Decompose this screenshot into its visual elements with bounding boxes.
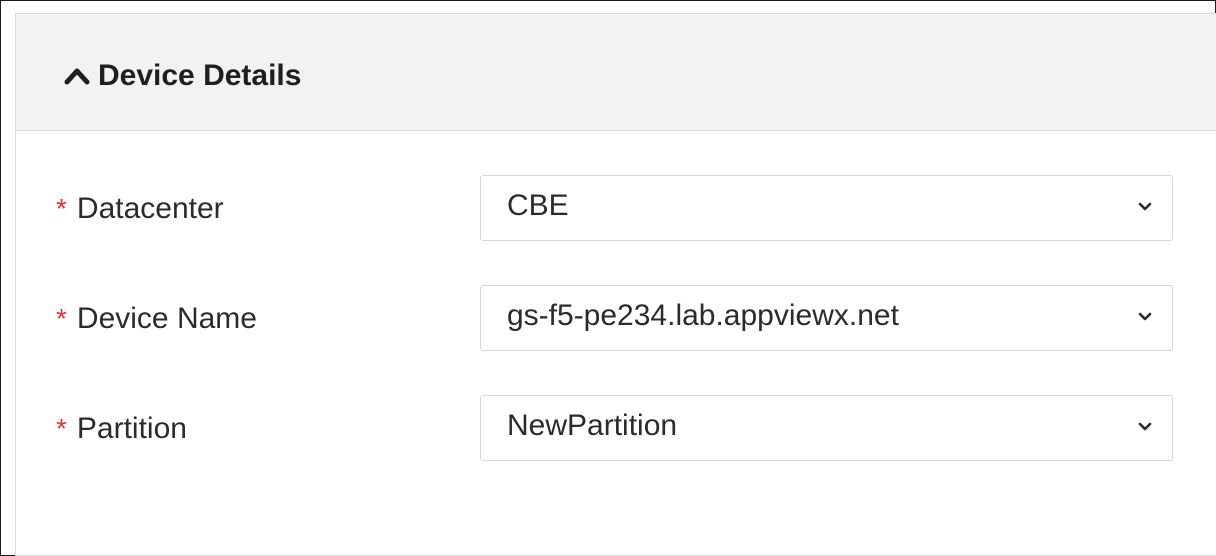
partition-label: * Partition <box>56 411 187 447</box>
partition-selected-value: NewPartition <box>507 409 678 442</box>
device-name-select[interactable]: gs-f5-pe234.lab.appviewx.net <box>480 285 1173 351</box>
chevron-down-icon[interactable] <box>1138 202 1152 212</box>
chevron-up-icon[interactable] <box>64 66 90 86</box>
device-details-header[interactable]: Device Details <box>16 14 1216 131</box>
partition-label-text: Partition <box>76 412 187 445</box>
device-details-panel: Device Details * Datacenter CBE * Device N… <box>15 13 1216 556</box>
required-marker: * <box>56 193 67 224</box>
chevron-down-icon[interactable] <box>1138 312 1152 322</box>
device-name-label: * Device Name <box>56 301 257 337</box>
chevron-down-icon[interactable] <box>1138 422 1152 432</box>
required-marker: * <box>56 303 67 334</box>
device-name-row: * Device Name gs-f5-pe234.lab.appviewx.ne… <box>16 285 1216 355</box>
screenshot-frame: Device Details * Datacenter CBE * Device N… <box>0 0 1216 556</box>
datacenter-row: * Datacenter CBE <box>16 175 1216 245</box>
panel-title: Device Details <box>98 59 302 92</box>
device-name-label-text: Device Name <box>76 302 257 335</box>
device-name-selected-value: gs-f5-pe234.lab.appviewx.net <box>507 299 899 332</box>
required-marker: * <box>56 413 67 444</box>
datacenter-selected-value: CBE <box>507 189 569 222</box>
partition-row: * Partition NewPartition <box>16 395 1216 465</box>
datacenter-label: * Datacenter <box>56 191 224 227</box>
datacenter-label-text: Datacenter <box>76 192 224 225</box>
partition-select[interactable]: NewPartition <box>480 395 1173 461</box>
datacenter-select[interactable]: CBE <box>480 175 1173 241</box>
